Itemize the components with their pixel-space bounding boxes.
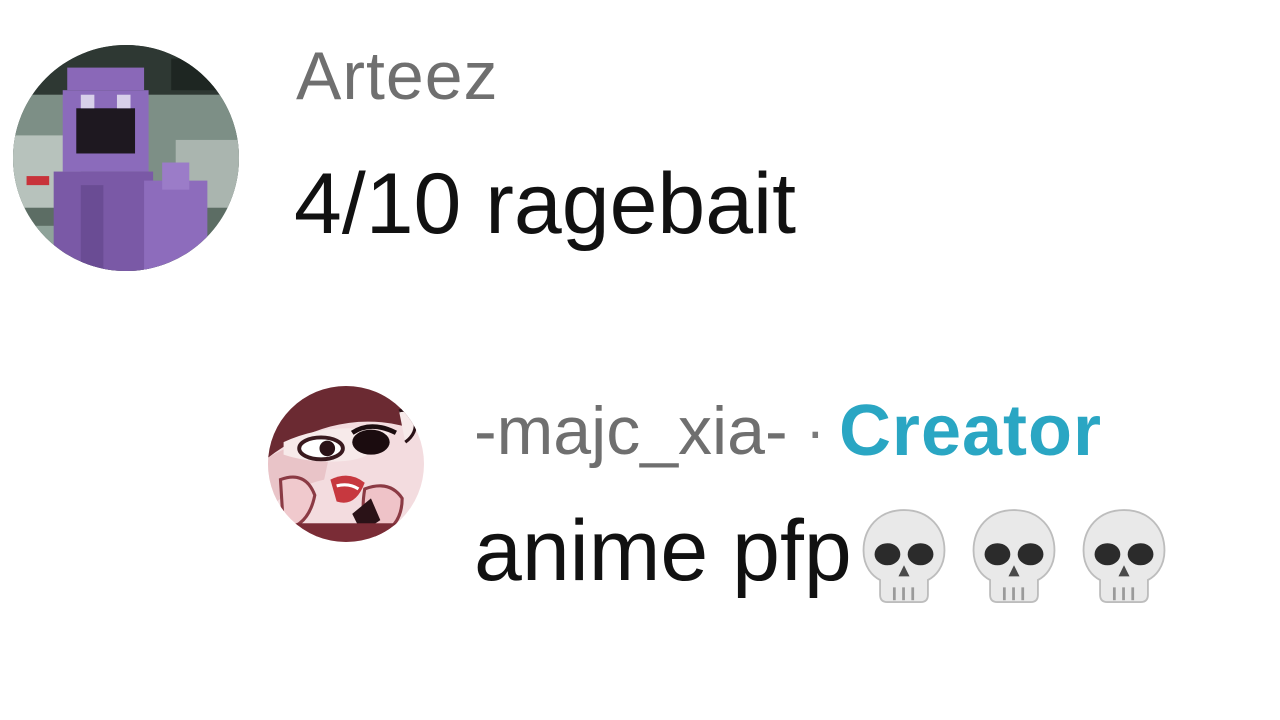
- creator-badge: Creator: [838, 391, 1103, 471]
- reply-body: anime pfp: [474, 496, 1170, 606]
- reply-header: -majc_xia- · Creator: [474, 386, 1102, 476]
- skull-icon: [1082, 509, 1166, 603]
- avatar[interactable]: [268, 386, 424, 542]
- avatar[interactable]: [13, 45, 239, 271]
- reply-item: -majc_xia- · Creator anime pfp: [0, 360, 1280, 680]
- pixel-art-purple-character-avatar-icon: [13, 45, 239, 271]
- reply-text: anime pfp: [474, 502, 852, 599]
- skull-icon: [862, 509, 946, 603]
- comment-username[interactable]: Arteez: [296, 36, 499, 116]
- comment-thread: Arteez 4/10 ragebait -majc_xia- · Creato…: [0, 0, 1280, 720]
- reply-username[interactable]: -majc_xia-: [474, 392, 788, 470]
- skull-icon: [972, 509, 1056, 603]
- comment-text: 4/10 ragebait: [294, 156, 797, 252]
- header-separator: ·: [805, 398, 825, 464]
- anime-character-avatar-icon: [268, 386, 424, 542]
- comment-item: Arteez 4/10 ragebait: [0, 0, 1280, 300]
